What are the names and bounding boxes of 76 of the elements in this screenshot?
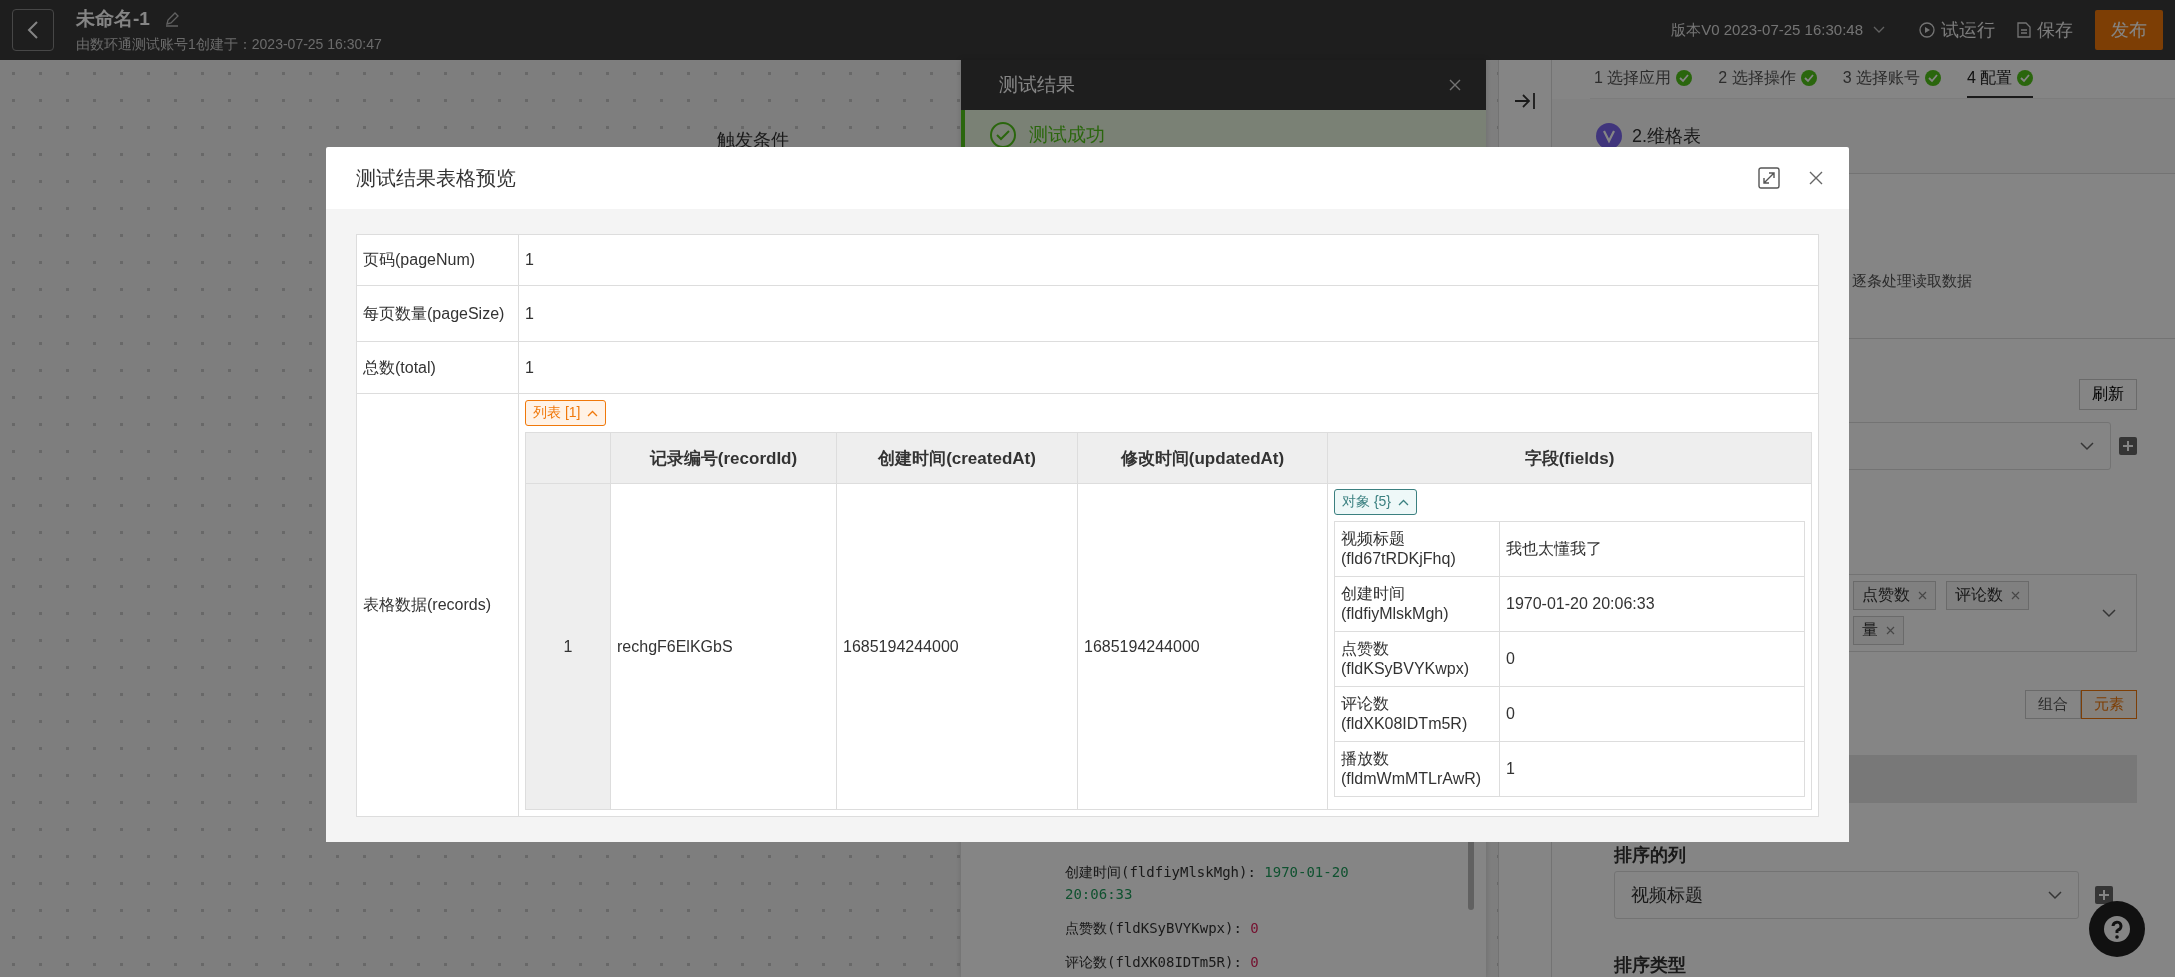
chevron-up-icon xyxy=(1398,498,1410,506)
table-cell: 1685194244000 xyxy=(1077,483,1328,810)
field-label: 总数(total) xyxy=(356,341,519,394)
close-icon[interactable] xyxy=(1886,626,1895,635)
created-info: 由数环通测试账号1创建于：2023-07-25 16:30:47 xyxy=(76,36,382,54)
collapse-icon[interactable] xyxy=(1514,92,1536,110)
field-value: 1 xyxy=(518,234,1819,286)
column-header: 字段(fields) xyxy=(1327,432,1812,484)
chevron-down-icon xyxy=(2048,890,2062,900)
field-tag[interactable]: 评论数 xyxy=(1946,581,2029,610)
edit-icon[interactable] xyxy=(163,11,180,27)
field-label: 每页数量(pageSize) xyxy=(356,285,519,342)
field-key: 创建时间(fldfiyMlskMgh) xyxy=(1334,576,1500,632)
field-key: 点赞数(fldKSyBVYKwpx) xyxy=(1334,631,1500,687)
object-toggle[interactable]: 对象 {5} xyxy=(1334,489,1418,515)
field-value: 1 xyxy=(518,285,1819,342)
field-tag[interactable]: 量 xyxy=(1853,616,1904,645)
app-name: 2.维格表 xyxy=(1632,125,1701,149)
column-header: 创建时间(createdAt) xyxy=(836,432,1078,484)
close-icon[interactable] xyxy=(2011,591,2020,600)
field-label: 页码(pageNum) xyxy=(356,234,519,286)
table-cell: rechgF6ElKGbS xyxy=(610,483,837,810)
status-text: 测试成功 xyxy=(1029,123,1105,147)
hint-text: 逐条处理读取数据 xyxy=(1852,271,1972,291)
help-button[interactable] xyxy=(2089,901,2145,957)
check-circle-icon xyxy=(989,121,1017,149)
step-tab[interactable]: 3 选择账号 xyxy=(1842,60,1942,99)
column-header: 记录编号(recordId) xyxy=(610,432,837,484)
step-tab[interactable]: 1 选择应用 xyxy=(1594,60,1693,99)
close-icon[interactable] xyxy=(1808,170,1824,186)
publish-button[interactable]: 发布 xyxy=(2095,10,2163,50)
code-line: 点赞数(fldKSyBVYKwpx): 0 xyxy=(1065,919,1260,938)
play-icon xyxy=(1919,22,1935,38)
code-line: 创建时间(fldfiyMlskMgh): 1970-01-20 20:06:33 xyxy=(1065,863,1350,904)
table-cell: 1685194244000 xyxy=(836,483,1078,810)
question-icon xyxy=(2102,914,2132,944)
list-toggle[interactable]: 列表 [1] xyxy=(525,400,607,426)
code-line: 评论数(fldXK08IDTm5R): 0 xyxy=(1065,953,1260,972)
flow-title: 未命名-1 xyxy=(76,7,150,31)
sort-column-select[interactable]: 视频标题 xyxy=(1614,871,2079,919)
sort-column-label: 排序的列 xyxy=(1614,844,1687,867)
refresh-button[interactable]: 刷新 xyxy=(2079,379,2137,410)
node-label: 触发条件 xyxy=(717,129,789,152)
panel-title: 测试结果 xyxy=(999,73,1075,97)
dialog-title: 测试结果表格预览 xyxy=(356,165,516,191)
add-icon[interactable] xyxy=(2119,437,2137,455)
field-value: 0 xyxy=(1499,631,1805,687)
field-tag[interactable]: 点赞数 xyxy=(1853,581,1936,610)
field-key: 评论数(fldXK08IDTm5R) xyxy=(1334,686,1500,742)
expand-icon[interactable] xyxy=(1758,167,1780,189)
back-button[interactable] xyxy=(12,9,54,51)
chevron-down-icon xyxy=(1873,26,1885,34)
column-header: 修改时间(updatedAt) xyxy=(1077,432,1328,484)
field-value: 1 xyxy=(518,341,1819,394)
mode-toggle[interactable]: 元素 xyxy=(2081,690,2137,719)
field-value: 1970-01-20 20:06:33 xyxy=(1499,576,1805,632)
field-value: 我也太懂我了 xyxy=(1499,521,1805,577)
mode-toggle[interactable]: 组合 xyxy=(2025,690,2081,719)
row-index: 1 xyxy=(525,483,611,810)
chevron-down-icon xyxy=(2080,441,2094,451)
chevron-down-icon xyxy=(2102,608,2116,618)
add-icon[interactable] xyxy=(2095,886,2113,904)
run-button[interactable]: 试运行 xyxy=(1919,18,1995,42)
field-key: 视频标题(fld67tRDKjFhq) xyxy=(1334,521,1500,577)
field-value: 0 xyxy=(1499,686,1805,742)
chevron-left-icon xyxy=(26,20,40,40)
field-key: 播放数(fldmWmMTLrAwR) xyxy=(1334,741,1500,797)
step-tab[interactable]: 2 选择操作 xyxy=(1718,60,1817,99)
sort-type-label: 排序类型 xyxy=(1614,954,1687,977)
field-label: 表格数据(records) xyxy=(356,393,519,817)
save-button[interactable]: 保存 xyxy=(2017,18,2073,42)
document-icon xyxy=(2017,22,2031,38)
version-selector[interactable]: 版本V0 2023-07-25 16:30:48 xyxy=(1671,20,1885,40)
field-value: 1 xyxy=(1499,741,1805,797)
chevron-up-icon xyxy=(587,409,599,417)
close-icon[interactable] xyxy=(1918,591,1927,600)
